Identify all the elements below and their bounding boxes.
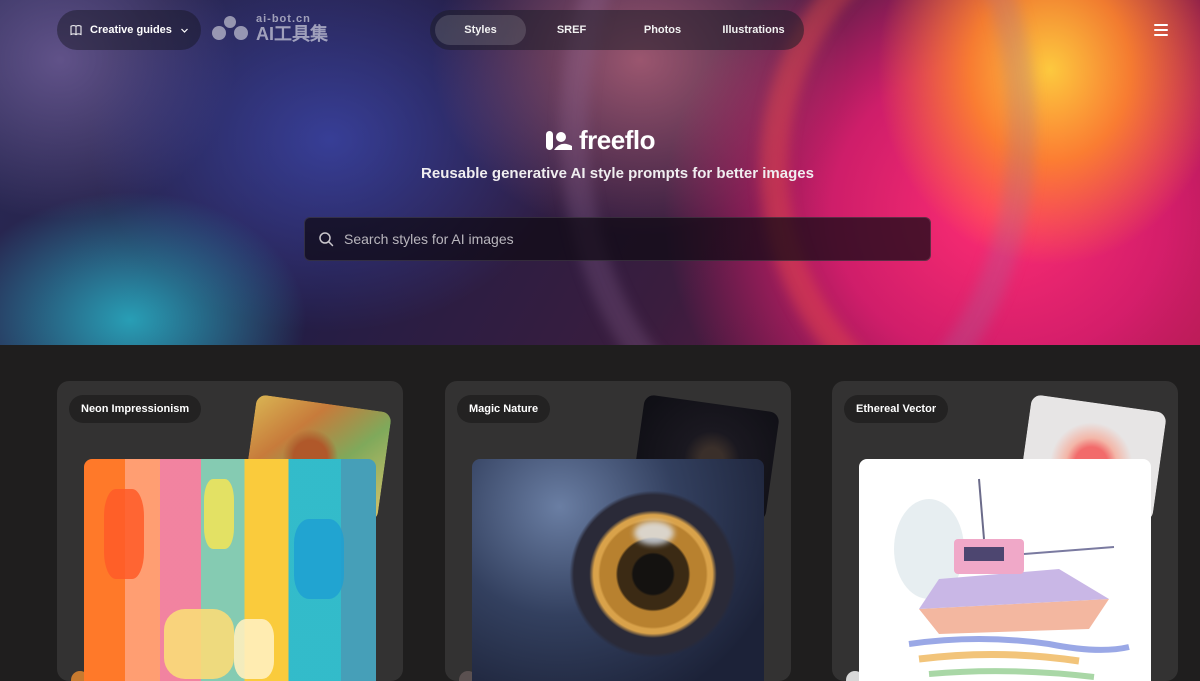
top-navigation: Creative guides ai-bot.cn AI工具集 Styles S… (0, 10, 1200, 50)
brand-name: freeflo (579, 125, 655, 155)
tab-photos[interactable]: Photos (617, 15, 708, 45)
tab-sref[interactable]: SREF (526, 15, 617, 45)
style-card-label: Magic Nature (457, 395, 551, 423)
tab-illustrations[interactable]: Illustrations (708, 15, 799, 45)
search-icon (319, 232, 334, 247)
paint-stroke-decoration (164, 609, 234, 679)
style-preview-image (859, 459, 1151, 681)
watermark-icon (212, 16, 248, 40)
watermark-logo: ai-bot.cn AI工具集 (210, 10, 328, 46)
search-input[interactable] (342, 230, 906, 248)
brand: freeflo (0, 125, 1200, 156)
tab-styles[interactable]: Styles (435, 15, 526, 45)
style-card-label: Ethereal Vector (844, 395, 949, 423)
style-card-neon-impressionism[interactable]: Neon Impressionism (57, 381, 403, 681)
eye-highlight-decoration (634, 521, 674, 545)
creative-guides-label: Creative guides (90, 24, 172, 36)
book-icon (70, 25, 82, 36)
main-nav-tabs: Styles SREF Photos Illustrations (430, 10, 804, 50)
freeflo-logo-icon (546, 130, 573, 150)
search-bar[interactable] (304, 217, 931, 261)
paint-stroke-decoration (294, 519, 344, 599)
hero-banner: Creative guides ai-bot.cn AI工具集 Styles S… (0, 0, 1200, 345)
style-card-magic-nature[interactable]: Magic Nature (445, 381, 791, 681)
watermark-domain: ai-bot.cn (256, 12, 311, 25)
boat-illustration (894, 478, 1130, 680)
creative-guides-button[interactable]: Creative guides (57, 10, 201, 50)
hero-tagline: Reusable generative AI style prompts for… (421, 165, 814, 182)
chevron-down-icon (180, 28, 188, 33)
paint-stroke-decoration (234, 619, 274, 679)
paint-stroke-decoration (104, 489, 144, 579)
paint-stroke-decoration (204, 479, 234, 549)
style-card-ethereal-vector[interactable]: Ethereal Vector (832, 381, 1178, 681)
style-preview-image (84, 459, 376, 681)
watermark-title: AI工具集 (256, 23, 328, 44)
style-preview-image (472, 459, 764, 681)
hamburger-menu-icon[interactable] (1154, 24, 1168, 36)
style-card-label: Neon Impressionism (69, 395, 202, 423)
